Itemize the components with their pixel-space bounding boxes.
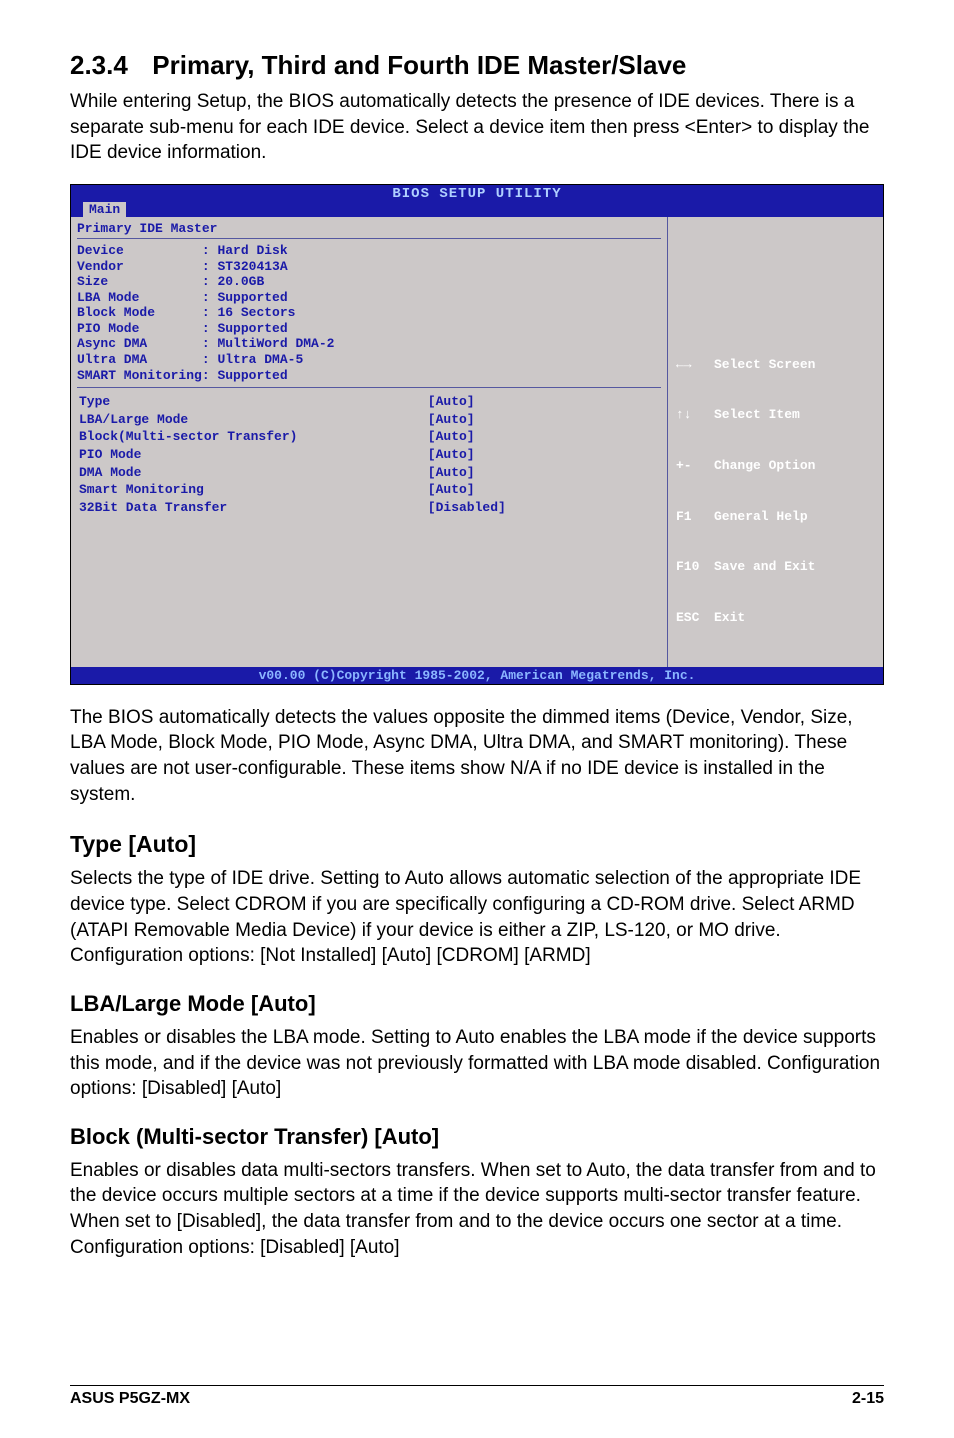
bios-info-row: LBA Mode : Supported (77, 290, 661, 306)
bios-info-row: SMART Monitoring: Supported (77, 368, 661, 384)
intro-paragraph: While entering Setup, the BIOS automatic… (70, 89, 884, 166)
footer-left: ASUS P5GZ-MX (70, 1390, 190, 1408)
heading-lba: LBA/Large Mode [Auto] (70, 991, 884, 1017)
bios-title: BIOS SETUP UTILITY (71, 186, 883, 202)
heading-type: Type [Auto] (70, 831, 884, 858)
bios-tab-main[interactable]: Main (83, 202, 126, 217)
bios-setting-row[interactable]: LBA/Large Mode[Auto] (79, 412, 659, 428)
body-block: Enables or disables data multi-sectors t… (70, 1158, 884, 1261)
bios-setting-row[interactable]: 32Bit Data Transfer[Disabled] (79, 500, 659, 516)
bios-info-row: Ultra DMA : Ultra DMA-5 (77, 352, 661, 368)
bios-panel-title: Primary IDE Master (77, 221, 661, 239)
bios-right-panel: ←→Select Screen ↑↓Select Item +-Change O… (668, 217, 883, 667)
section-number: 2.3.4 (70, 50, 128, 80)
footer-right: 2-15 (852, 1390, 884, 1408)
bios-info-row: Block Mode : 16 Sectors (77, 305, 661, 321)
bios-setting-row[interactable]: PIO Mode[Auto] (79, 447, 659, 463)
bios-setting-row[interactable]: DMA Mode[Auto] (79, 465, 659, 481)
bios-title-bar: BIOS SETUP UTILITY Main (71, 185, 883, 217)
section-title: Primary, Third and Fourth IDE Master/Sla… (152, 50, 686, 80)
bios-info-row: Device : Hard Disk (77, 243, 661, 259)
heading-block: Block (Multi-sector Transfer) [Auto] (70, 1124, 884, 1150)
bios-info-row: Size : 20.0GB (77, 274, 661, 290)
bios-info-block: Device : Hard Disk Vendor : ST320413A Si… (77, 243, 661, 383)
body-type: Selects the type of IDE drive. Setting t… (70, 866, 884, 969)
bios-settings-table: Type[Auto] LBA/Large Mode[Auto] Block(Mu… (77, 392, 661, 517)
bios-screenshot: BIOS SETUP UTILITY Main Primary IDE Mast… (70, 184, 884, 685)
page-footer: ASUS P5GZ-MX 2-15 (70, 1385, 884, 1408)
bios-info-row: Async DMA : MultiWord DMA-2 (77, 336, 661, 352)
bios-help-block: ←→Select Screen ↑↓Select Item +-Change O… (676, 323, 875, 661)
bios-info-row: Vendor : ST320413A (77, 259, 661, 275)
post-bios-paragraph: The BIOS automatically detects the value… (70, 705, 884, 808)
bios-setting-row[interactable]: Type[Auto] (79, 394, 659, 410)
bios-setting-row[interactable]: Smart Monitoring[Auto] (79, 482, 659, 498)
bios-footer: v00.00 (C)Copyright 1985-2002, American … (71, 667, 883, 684)
bios-setting-row[interactable]: Block(Multi-sector Transfer)[Auto] (79, 429, 659, 445)
body-lba: Enables or disables the LBA mode. Settin… (70, 1025, 884, 1102)
bios-info-row: PIO Mode : Supported (77, 321, 661, 337)
bios-left-panel: Primary IDE Master Device : Hard Disk Ve… (71, 217, 668, 667)
